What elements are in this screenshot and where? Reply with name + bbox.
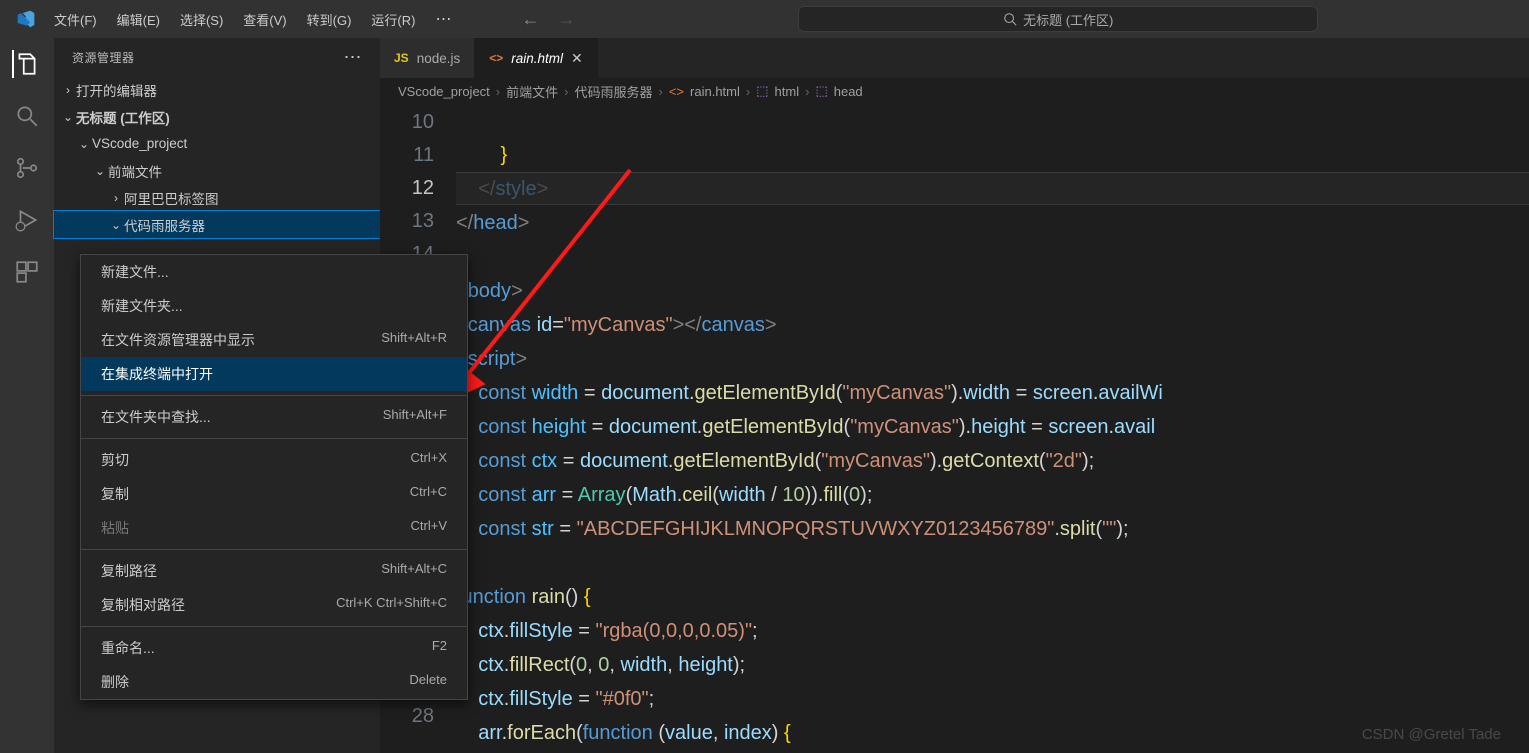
- watermark: CSDN @Gretel Tade: [1362, 726, 1501, 743]
- folder-frontend[interactable]: 前端文件: [54, 157, 380, 184]
- debug-icon[interactable]: [13, 206, 41, 234]
- vscode-logo-icon: [8, 0, 44, 38]
- menu-goto[interactable]: 转到(G): [297, 0, 362, 38]
- menu-more-icon[interactable]: ⋯: [425, 0, 461, 38]
- cm-copy-path[interactable]: 复制路径Shift+Alt+C: [81, 554, 467, 588]
- tab-nodejs[interactable]: JS node.js: [380, 38, 475, 78]
- command-center-search[interactable]: 无标题 (工作区): [798, 6, 1318, 32]
- cm-new-file[interactable]: 新建文件...: [81, 255, 467, 289]
- cm-open-terminal[interactable]: 在集成终端中打开: [81, 357, 467, 391]
- cm-rename[interactable]: 重命名...F2: [81, 631, 467, 665]
- sidebar-more-icon[interactable]: ⋯: [344, 47, 363, 68]
- search-label: 无标题 (工作区): [1023, 10, 1113, 29]
- extensions-icon[interactable]: [13, 258, 41, 286]
- menu-edit[interactable]: 编辑(E): [107, 0, 170, 38]
- cm-find-in-folder[interactable]: 在文件夹中查找...Shift+Alt+F: [81, 400, 467, 434]
- html-file-icon: <>: [489, 51, 503, 65]
- js-file-icon: JS: [394, 51, 409, 65]
- close-icon[interactable]: ✕: [571, 50, 583, 67]
- symbol-icon: ⬚: [815, 83, 827, 99]
- folder-coderain[interactable]: 代码雨服务器: [54, 211, 380, 238]
- tab-rain-html[interactable]: <> rain.html ✕: [475, 38, 598, 78]
- titlebar: 文件(F) 编辑(E) 选择(S) 查看(V) 转到(G) 运行(R) ⋯ ← …: [0, 0, 1529, 38]
- cm-copy[interactable]: 复制Ctrl+C: [81, 477, 467, 511]
- cm-new-folder[interactable]: 新建文件夹...: [81, 289, 467, 323]
- context-menu: 新建文件... 新建文件夹... 在文件资源管理器中显示Shift+Alt+R …: [80, 254, 468, 700]
- explorer-icon[interactable]: [12, 50, 40, 78]
- symbol-icon: ⬚: [756, 83, 768, 99]
- code-editor[interactable]: } </style> </head> <body> <canvas id="my…: [456, 104, 1529, 753]
- search-activity-icon[interactable]: [13, 102, 41, 130]
- folder-alibaba[interactable]: 阿里巴巴标签图: [54, 184, 380, 211]
- editor-area: JS node.js <> rain.html ✕ VScode_project…: [380, 38, 1529, 753]
- tab-label: rain.html: [511, 51, 563, 66]
- workspace-section[interactable]: 无标题 (工作区): [54, 103, 380, 130]
- cm-cut[interactable]: 剪切Ctrl+X: [81, 443, 467, 477]
- activity-bar: [0, 38, 54, 753]
- nav-forward-icon[interactable]: →: [557, 9, 575, 30]
- menu-run[interactable]: 运行(R): [361, 0, 425, 38]
- tab-label: node.js: [417, 51, 461, 66]
- menu-bar: 文件(F) 编辑(E) 选择(S) 查看(V) 转到(G) 运行(R) ⋯: [44, 0, 461, 38]
- menu-file[interactable]: 文件(F): [44, 0, 107, 38]
- nav-back-icon[interactable]: ←: [521, 9, 539, 30]
- cm-paste: 粘贴Ctrl+V: [81, 511, 467, 545]
- source-control-icon[interactable]: [13, 154, 41, 182]
- html-file-icon: <>: [669, 84, 684, 99]
- breadcrumb[interactable]: VScode_project› 前端文件› 代码雨服务器› <> rain.ht…: [380, 78, 1529, 104]
- cm-copy-relative-path[interactable]: 复制相对路径Ctrl+K Ctrl+Shift+C: [81, 588, 467, 622]
- folder-vscode-project[interactable]: VScode_project: [54, 130, 380, 157]
- menu-select[interactable]: 选择(S): [170, 0, 233, 38]
- menu-view[interactable]: 查看(V): [233, 0, 296, 38]
- cm-delete[interactable]: 删除Delete: [81, 665, 467, 699]
- cm-reveal-explorer[interactable]: 在文件资源管理器中显示Shift+Alt+R: [81, 323, 467, 357]
- sidebar-title: 资源管理器: [72, 49, 135, 66]
- open-editors-section[interactable]: 打开的编辑器: [54, 76, 380, 103]
- search-icon: [1003, 12, 1017, 26]
- editor-tabs: JS node.js <> rain.html ✕: [380, 38, 1529, 78]
